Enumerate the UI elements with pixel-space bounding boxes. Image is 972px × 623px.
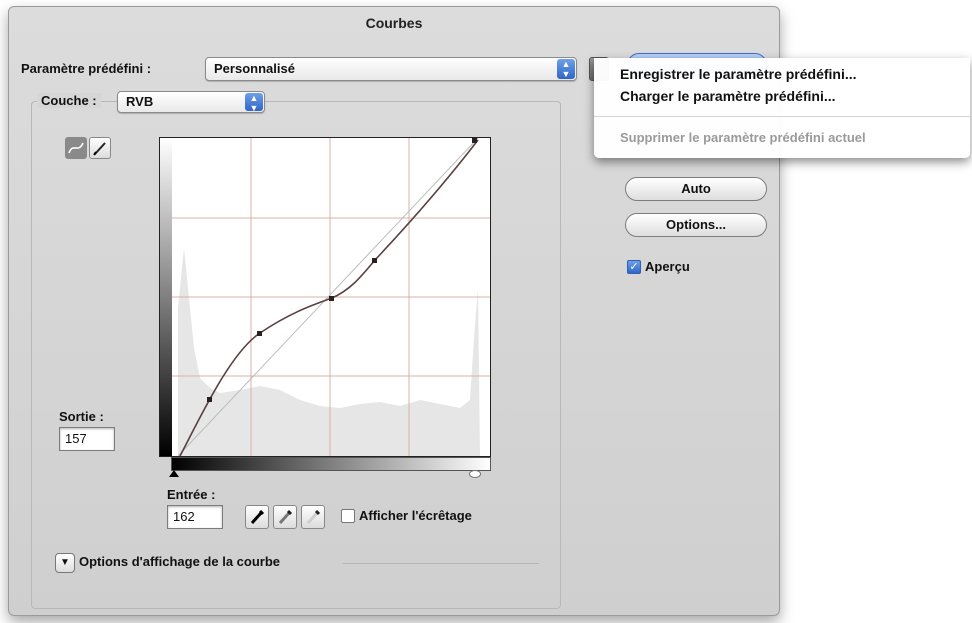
curve-point <box>372 258 377 263</box>
curve-points <box>207 138 477 402</box>
curve-point <box>207 397 212 402</box>
preview-label: Aperçu <box>645 259 690 274</box>
show-clipping-checkbox[interactable] <box>341 509 355 523</box>
show-clipping-label: Afficher l'écrêtage <box>359 508 472 523</box>
channel-value: RVB <box>126 94 154 109</box>
chevron-updown-icon: ▲ ▼ <box>557 59 575 79</box>
output-label: Sortie : <box>59 409 104 424</box>
output-field[interactable]: 157 <box>59 427 115 451</box>
preset-select[interactable]: Personnalisé ▲ ▼ <box>205 57 577 81</box>
curve-graph-canvas <box>160 137 490 457</box>
input-label: Entrée : <box>167 487 216 502</box>
menu-item-load-preset[interactable]: Charger le paramètre prédéfini... <box>620 88 836 104</box>
black-point-eyedropper-icon[interactable] <box>245 505 269 529</box>
gray-point-eyedropper-icon[interactable] <box>273 505 297 529</box>
chevron-updown-icon: ▲ ▼ <box>245 93 263 113</box>
channel-row: Couche : <box>37 93 101 108</box>
black-point-slider[interactable] <box>169 470 179 477</box>
options-button[interactable]: Options... <box>625 213 767 237</box>
preset-options-menu: Enregistrer le paramètre prédéfini... Ch… <box>594 58 970 158</box>
curve-point <box>472 138 477 143</box>
white-point-slider[interactable] <box>469 470 481 478</box>
disclosure-triangle-icon[interactable]: ▼ <box>55 553 75 573</box>
white-point-eyedropper-icon[interactable] <box>301 505 325 529</box>
pencil-tool-icon[interactable] <box>89 137 111 159</box>
curve-display-options-label: Options d'affichage de la courbe <box>79 554 281 569</box>
curve-graph[interactable] <box>159 137 491 457</box>
menu-item-delete-preset: Supprimer le paramètre prédéfini actuel <box>620 130 866 145</box>
channel-label: Couche : <box>41 93 97 108</box>
preview-checkbox[interactable]: ✓ <box>627 260 641 274</box>
input-gradient-bar <box>171 457 491 471</box>
menu-separator <box>594 116 970 117</box>
auto-button[interactable]: Auto <box>625 177 767 201</box>
channel-select[interactable]: RVB ▲ ▼ <box>117 91 265 113</box>
output-gradient-bar <box>160 138 172 456</box>
curve-point <box>257 331 262 336</box>
preset-label: Paramètre prédéfini : <box>21 61 152 76</box>
divider <box>343 563 539 564</box>
input-field[interactable]: 162 <box>167 505 223 529</box>
preset-value: Personnalisé <box>214 61 295 76</box>
menu-item-save-preset[interactable]: Enregistrer le paramètre prédéfini... <box>620 66 857 82</box>
curve-point <box>329 296 334 301</box>
dialog-title: Courbes <box>365 15 423 31</box>
curve-tool-icon[interactable] <box>65 137 87 159</box>
histogram <box>178 248 480 456</box>
